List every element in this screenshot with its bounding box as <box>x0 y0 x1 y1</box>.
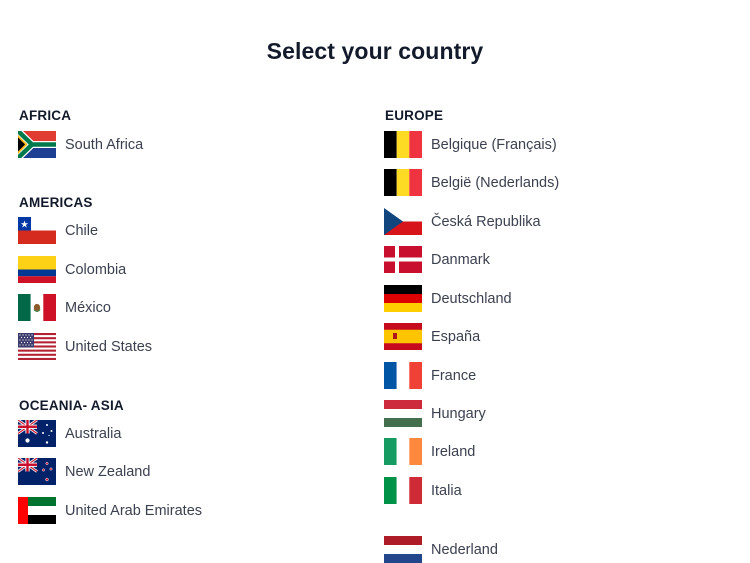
italy-flag-icon <box>384 477 422 504</box>
country-label: España <box>431 328 481 345</box>
hungary-flag-icon <box>384 400 422 427</box>
region-title-oceania-asia: OCEANIA- ASIA <box>19 398 124 413</box>
country-belgique-francais[interactable]: Belgique (Français) <box>384 131 557 158</box>
country-label: France <box>431 367 477 384</box>
germany-flag-icon <box>384 285 422 312</box>
country-france[interactable]: France <box>384 362 476 389</box>
mexico-flag-icon <box>18 294 56 321</box>
country-label: Colombia <box>65 261 127 278</box>
country-label: Česká Republika <box>431 213 541 230</box>
ireland-flag-icon <box>384 438 422 465</box>
region-title-europe: EUROPE <box>385 108 444 123</box>
country-label: Italia <box>431 482 462 499</box>
belgium-flag-icon <box>384 131 422 158</box>
country-label: México <box>65 299 111 316</box>
country-colombia[interactable]: Colombia <box>18 256 126 283</box>
country-chile[interactable]: Chile <box>18 217 98 244</box>
country-label: Nederland <box>431 541 498 558</box>
country-label: Deutschland <box>431 290 512 307</box>
country-danmark[interactable]: Danmark <box>384 246 490 273</box>
region-title-americas: AMERICAS <box>19 195 93 210</box>
country-united-arab-emirates[interactable]: United Arab Emirates <box>18 497 202 524</box>
country-ireland[interactable]: Ireland <box>384 438 475 465</box>
south-africa-flag-icon <box>18 131 56 158</box>
country-mexico[interactable]: México <box>18 294 111 321</box>
chile-flag-icon <box>18 217 56 244</box>
country-label: Ireland <box>431 443 476 460</box>
country-label: Belgique (Français) <box>431 136 557 153</box>
uae-flag-icon <box>18 497 56 524</box>
country-australia[interactable]: Australia <box>18 420 121 447</box>
country-label: United Arab Emirates <box>65 502 203 519</box>
country-label: Hungary <box>431 405 486 422</box>
france-flag-icon <box>384 362 422 389</box>
belgium-flag-icon <box>384 169 422 196</box>
country-south-africa[interactable]: South Africa <box>18 131 143 158</box>
country-label: South Africa <box>65 136 144 153</box>
country-label: United States <box>65 338 153 355</box>
country-hungary[interactable]: Hungary <box>384 400 486 427</box>
netherlands-flag-icon <box>384 536 422 563</box>
country-deutschland[interactable]: Deutschland <box>384 285 512 312</box>
colombia-flag-icon <box>18 256 56 283</box>
australia-flag-icon <box>18 420 56 447</box>
country-ceska-republika[interactable]: Česká Republika <box>384 208 541 235</box>
page-title: Select your country <box>266 38 484 64</box>
country-nederland[interactable]: Nederland <box>384 536 498 563</box>
denmark-flag-icon <box>384 246 422 273</box>
country-label: Chile <box>65 222 99 239</box>
country-label: België (Nederlands) <box>431 174 560 191</box>
country-united-states[interactable]: United States <box>18 333 152 360</box>
united-states-flag-icon <box>18 333 56 360</box>
country-label: Australia <box>65 425 122 442</box>
country-label: New Zealand <box>65 463 151 480</box>
new-zealand-flag-icon <box>18 458 56 485</box>
spain-flag-icon <box>384 323 422 350</box>
country-espana[interactable]: España <box>384 323 480 350</box>
region-title-africa: AFRICA <box>19 108 72 123</box>
country-belgie-nederlands[interactable]: België (Nederlands) <box>384 169 559 196</box>
czech-republic-flag-icon <box>384 208 422 235</box>
country-italia[interactable]: Italia <box>384 477 462 504</box>
country-new-zealand[interactable]: New Zealand <box>18 458 150 485</box>
country-label: Danmark <box>431 251 490 268</box>
